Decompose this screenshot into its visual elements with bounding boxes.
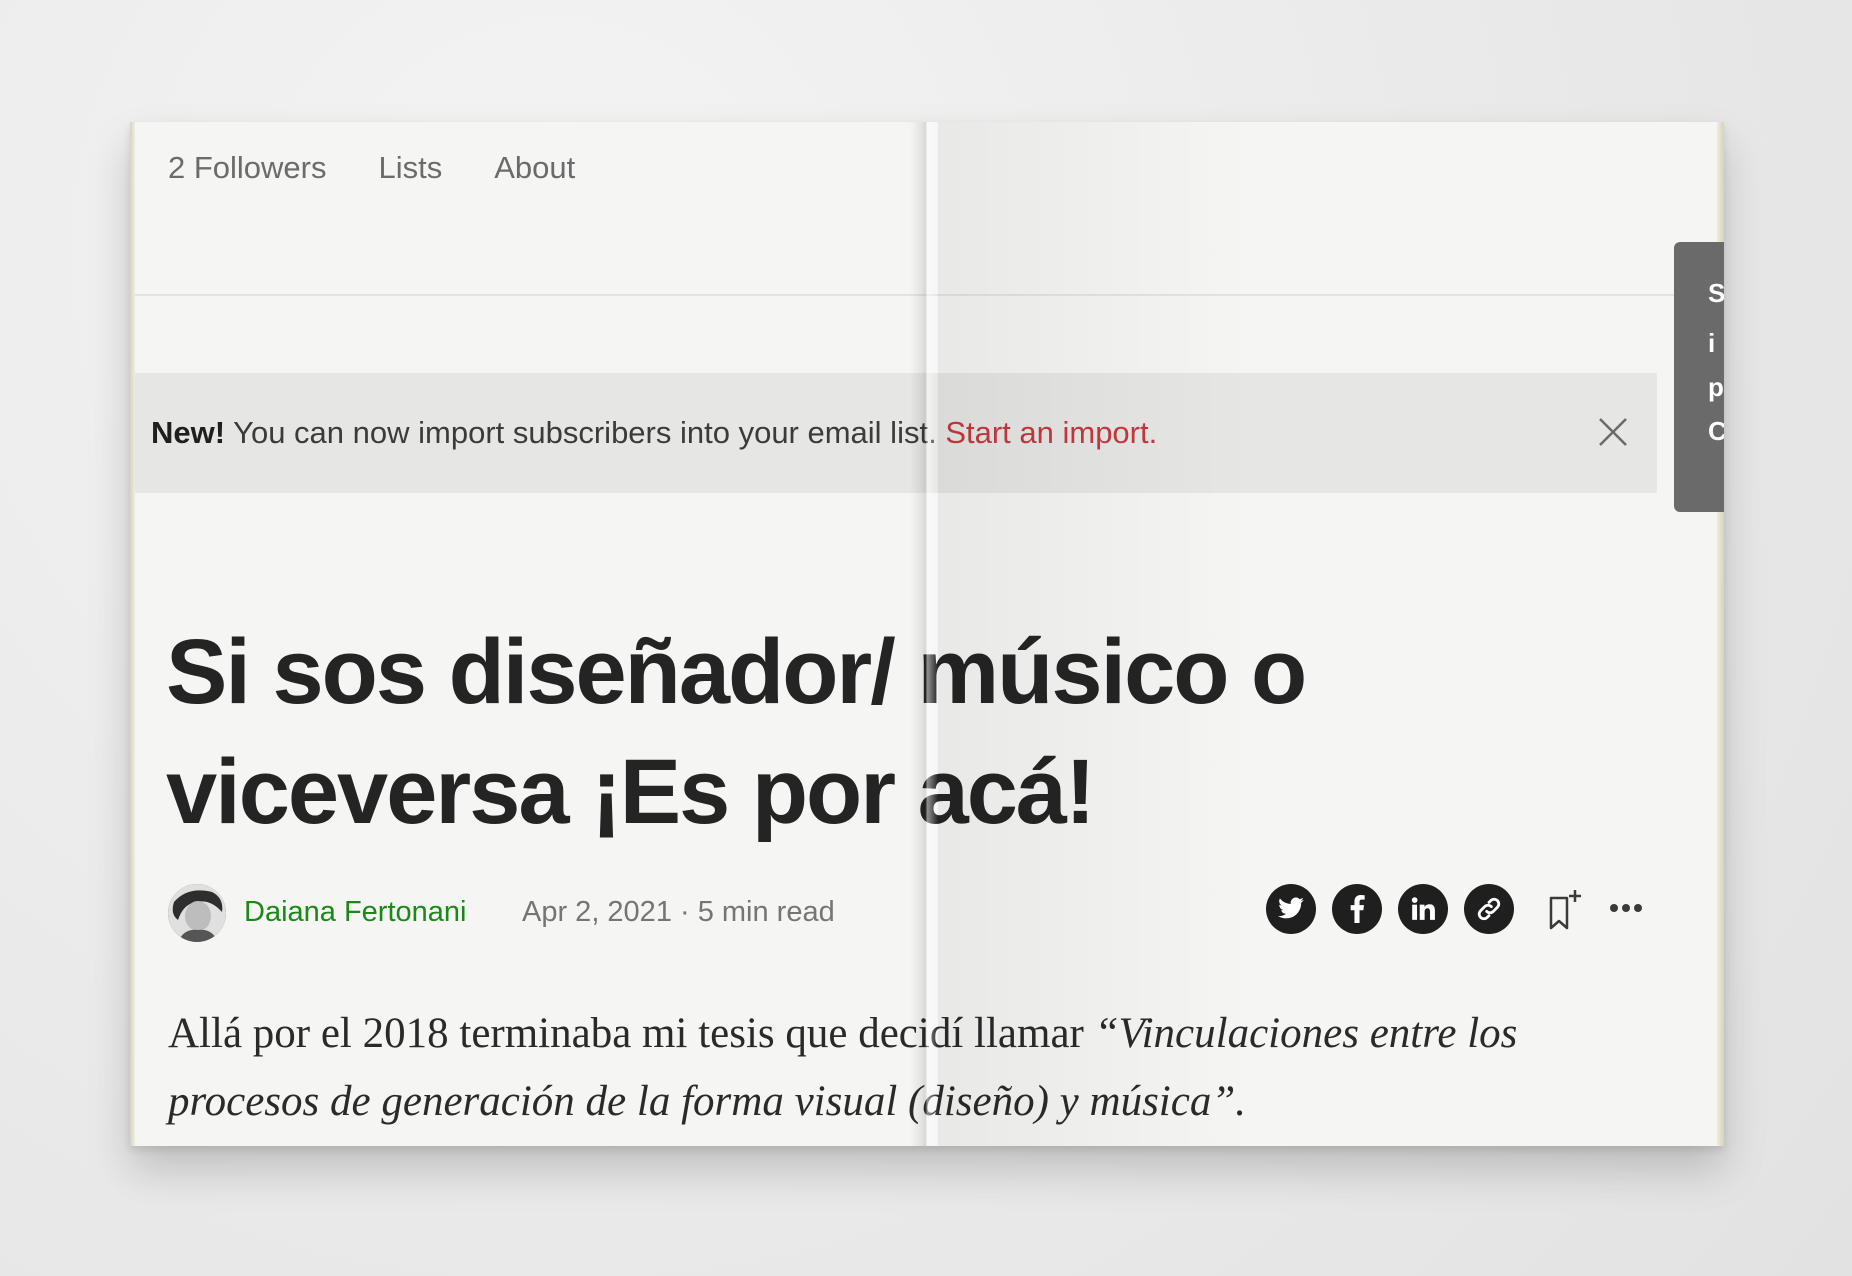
publish-date: Apr 2, 2021 · 5 min read — [522, 896, 835, 928]
nav-divider — [135, 294, 1715, 296]
import-banner: New! You can now import subscribers into… — [135, 373, 1657, 493]
article-body-paragraph: Allá por el 2018 terminaba mi tesis que … — [168, 1000, 1588, 1136]
side-tab-letter: p — [1708, 372, 1724, 402]
banner-new-label: New! — [151, 415, 226, 450]
body-plain-text: Allá por el 2018 terminaba mi tesis que … — [168, 1010, 1095, 1057]
side-tab-letter: S — [1708, 278, 1724, 308]
more-options-icon[interactable] — [1608, 898, 1648, 918]
side-tab-letter: i — [1708, 328, 1716, 358]
bookmark-add-icon[interactable] — [1548, 888, 1584, 932]
link-icon[interactable] — [1464, 884, 1514, 934]
nav-followers[interactable]: 2 Followers — [168, 150, 327, 186]
profile-nav: 2 Followers Lists About — [168, 150, 575, 186]
side-tab-letter: C — [1708, 416, 1724, 446]
start-import-link[interactable]: Start an import. — [945, 415, 1157, 450]
book-edge-left — [130, 122, 135, 1146]
banner-message: You can now import subscribers into your… — [225, 415, 946, 450]
twitter-icon[interactable] — [1266, 884, 1316, 934]
avatar[interactable] — [168, 884, 226, 942]
article-meta: Daiana Fertonani Apr 2, 2021 · 5 min rea… — [168, 884, 1642, 944]
author-name[interactable]: Daiana Fertonani — [244, 896, 466, 929]
article-title: Si sos diseñador/ músico o viceversa ¡Es… — [166, 621, 1307, 843]
banner-text: New! You can now import subscribers into… — [151, 415, 1157, 451]
facebook-icon[interactable] — [1332, 884, 1382, 934]
book-mockup: 2 Followers Lists About New! You can now… — [130, 122, 1724, 1146]
nav-lists[interactable]: Lists — [379, 150, 443, 186]
side-notification-tab[interactable]: S i p C — [1674, 242, 1724, 512]
linkedin-icon[interactable] — [1398, 884, 1448, 934]
close-icon[interactable] — [1596, 415, 1630, 449]
share-buttons — [1266, 884, 1514, 934]
nav-about[interactable]: About — [494, 150, 575, 186]
